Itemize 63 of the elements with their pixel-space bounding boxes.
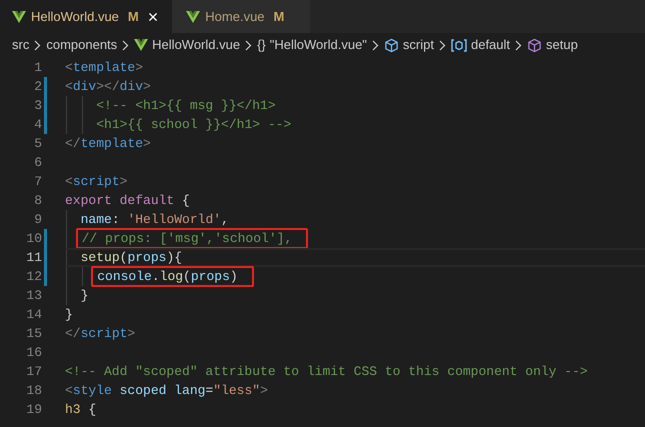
- cube-icon: [527, 38, 542, 52]
- code-line: <template>: [65, 58, 144, 77]
- code-line: <!-- <h1>{{ msg }}</h1>: [96, 96, 276, 115]
- chevron-icon: [372, 40, 379, 50]
- chevron-icon: [438, 40, 446, 50]
- breadcrumb-item[interactable]: script: [402, 35, 434, 55]
- code-line: <div></div>: [65, 78, 151, 96]
- bracket-icon: [450, 38, 467, 52]
- breadcrumb-item[interactable]: default: [470, 35, 510, 55]
- line-number: 6: [33, 154, 42, 172]
- code-line: export default {: [65, 192, 190, 210]
- vue-file-icon: [134, 39, 148, 51]
- chevron-icon: [515, 40, 522, 50]
- code-line: console.log(props): [97, 268, 238, 286]
- braces-icon: {}: [257, 35, 266, 55]
- line-number: 14: [25, 306, 42, 324]
- breadcrumb-item[interactable]: HelloWorld.vue: [152, 35, 240, 55]
- chevron-icon: [34, 40, 42, 50]
- chevron-icon: [122, 40, 130, 50]
- line-number: 19: [25, 400, 42, 419]
- code-line: <!-- Add "scoped" attribute to limit CSS to this component only -->: [65, 362, 588, 381]
- breadcrumb-item[interactable]: "HelloWorld.vue": [270, 35, 367, 55]
- line-number: 2: [33, 78, 42, 96]
- line-number: 17: [25, 362, 42, 381]
- line-number: 5: [33, 134, 42, 153]
- code-line: // props: ['msg','school'],: [82, 230, 292, 248]
- line-number: 11: [25, 248, 42, 267]
- code-line: h3 {: [65, 400, 96, 419]
- close-button[interactable]: ×: [148, 8, 158, 26]
- code-line: </template>: [65, 134, 151, 153]
- code-line: }: [65, 306, 73, 324]
- vue-file-icon: [12, 10, 26, 22]
- line-number: 15: [25, 324, 42, 343]
- line-number: 12: [25, 268, 42, 286]
- code-line: <style scoped lang="less">: [65, 382, 268, 400]
- breadcrumb-item[interactable]: src: [12, 35, 30, 55]
- breadcrumb-item[interactable]: setup: [546, 35, 578, 55]
- chevron-icon: [245, 40, 252, 50]
- breadcrumb-item[interactable]: components: [46, 35, 118, 55]
- line-number: 9: [33, 210, 42, 229]
- line-number: 10: [25, 230, 42, 248]
- line-number: 8: [33, 192, 42, 210]
- code-line: }: [80, 286, 88, 305]
- line-number: 13: [25, 286, 42, 305]
- line-number: 18: [25, 382, 42, 400]
- line-number: 1: [33, 58, 42, 77]
- code-line: setup(props){: [80, 248, 182, 267]
- modified-label: M: [128, 8, 139, 26]
- code-line: <script>: [65, 172, 128, 191]
- code-line: <h1>{{ school }}</h1> -->: [96, 116, 292, 134]
- line-number: 7: [33, 172, 42, 191]
- code-line: </script>: [65, 324, 136, 343]
- line-number: 3: [33, 96, 42, 115]
- vue-file-icon: [186, 10, 200, 22]
- tab-label: HelloWorld.vue: [31, 8, 119, 26]
- line-number: 16: [25, 344, 42, 362]
- code-line: name: 'HelloWorld',: [80, 210, 229, 229]
- cube-icon: [384, 38, 399, 52]
- modified-label: M: [274, 8, 284, 26]
- tab-label: Home.vue: [205, 8, 265, 26]
- editor-tab[interactable]: Home.vue M: [172, 0, 310, 33]
- editor-tab[interactable]: HelloWorld.vue M ×: [0, 0, 172, 33]
- line-number: 4: [33, 116, 42, 134]
